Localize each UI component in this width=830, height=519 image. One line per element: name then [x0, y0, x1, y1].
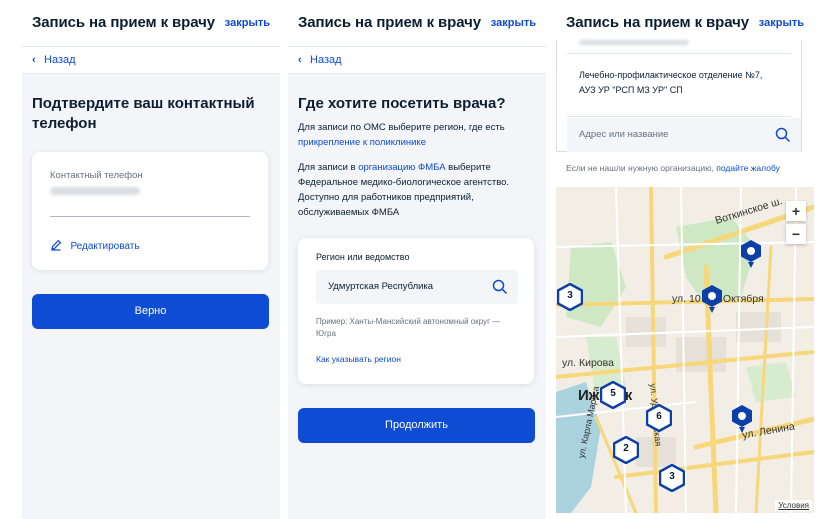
phone-underline: [50, 216, 250, 217]
phone-card: Контактный телефон Редактировать: [32, 152, 268, 270]
fmba-text-post: выберите: [445, 162, 491, 173]
close-link[interactable]: закрыть: [491, 17, 536, 29]
pencil-icon: [51, 239, 62, 251]
map-roads: [556, 187, 814, 513]
location-pin-icon: [741, 240, 761, 268]
org-list: Лечебно-профилактическое отделение №7, А…: [556, 40, 802, 152]
zoom-out-button[interactable]: −: [786, 224, 806, 244]
back-link[interactable]: Назад: [310, 54, 342, 66]
not-found-note: Если не нашли нужную организацию, подайт…: [566, 163, 780, 173]
section-heading: Где хотите посетить врача?: [298, 95, 506, 112]
close-link[interactable]: закрыть: [759, 17, 804, 29]
attachment-link[interactable]: прикрепление к поликлинике: [298, 135, 426, 150]
zoom-in-button[interactable]: +: [786, 201, 806, 221]
region-card: Регион или ведомство Удмуртская Республи…: [298, 238, 534, 384]
not-found-text: Если не нашли нужную организацию,: [566, 163, 717, 173]
cluster-count: 6: [656, 411, 662, 422]
org-item-cut: [579, 40, 689, 45]
fmba-text-line2: Федеральное медико-биологическое агентст…: [298, 177, 510, 188]
cluster-count: 3: [567, 290, 573, 301]
back-bar[interactable]: ‹ Назад: [22, 46, 280, 74]
complaint-link[interactable]: подайте жалобу: [716, 163, 780, 173]
location-pin-icon: [702, 285, 722, 313]
back-bar[interactable]: ‹ Назад: [288, 46, 546, 74]
how-to-region-link[interactable]: Как указывать регион: [316, 354, 401, 364]
panel-choose-region: Запись на прием к врачу закрыть ‹ Назад …: [288, 0, 546, 519]
page-title: Запись на прием к врачу: [298, 14, 481, 31]
fmba-text-line4: обслуживаемых ФМБА: [298, 207, 400, 218]
region-label: Регион или ведомство: [316, 252, 410, 262]
header: Запись на прием к врачу закрыть: [288, 0, 546, 46]
fmba-text-line3: Доступно для работников предприятий,: [298, 192, 474, 203]
panel-confirm-phone: Запись на прием к врачу закрыть ‹ Назад …: [22, 0, 280, 519]
page-title: Запись на прием к врачу: [566, 14, 749, 31]
close-link[interactable]: закрыть: [225, 17, 270, 29]
region-value: Удмуртская Республика: [328, 281, 434, 292]
header: Запись на прием к врачу закрыть: [22, 0, 280, 46]
fmba-text-pre: Для записи в: [298, 162, 359, 173]
phone-value-blurred: [50, 187, 140, 195]
back-link[interactable]: Назад: [44, 54, 76, 66]
location-pin-icon: [732, 405, 752, 433]
region-example-line1: Пример: Ханты-Мансийский автономный окру…: [316, 317, 501, 326]
region-example-line2: Югра: [316, 329, 336, 338]
org-name-line2: АУЗ УР "РСП МЗ УР" СП: [579, 85, 683, 95]
terms-link[interactable]: Условия: [775, 500, 812, 511]
edit-button[interactable]: Редактировать: [50, 236, 140, 254]
section-heading: Подтвердите ваш контактный телефон: [32, 95, 255, 132]
cluster-count: 5: [610, 388, 616, 399]
fmba-text-line1: Для записи в организацию ФМБА выберите: [298, 160, 543, 175]
map[interactable]: Воткинское ш. ул. 10 лет Октября ул. Кир…: [556, 187, 814, 513]
search-icon[interactable]: [492, 279, 508, 295]
chevron-left-icon: ‹: [32, 54, 36, 66]
search-icon[interactable]: [775, 127, 791, 143]
divider: [567, 116, 791, 117]
org-name-line1: Лечебно-профилактическое отделение №7,: [579, 70, 763, 80]
oms-text: Для записи по ОМС выберите регион, где е…: [298, 122, 505, 133]
phone-label: Контактный телефон: [50, 170, 143, 181]
confirm-button[interactable]: Верно: [32, 294, 269, 329]
page-title: Запись на прием к врачу: [32, 14, 215, 31]
street-label: ул. Кирова: [562, 357, 614, 369]
org-search-input[interactable]: Адрес или название: [567, 118, 801, 152]
edit-label: Редактировать: [70, 241, 140, 252]
org-search-placeholder: Адрес или название: [579, 129, 669, 140]
region-input[interactable]: Удмуртская Республика: [316, 270, 518, 304]
cluster-count: 3: [669, 471, 675, 482]
org-item[interactable]: Лечебно-профилактическое отделение №7, А…: [557, 54, 801, 116]
continue-button[interactable]: Продолжить: [298, 408, 535, 443]
panel-choose-organization: Запись на прием к врачу закрыть Лечебно-…: [556, 0, 814, 519]
cluster-count: 2: [623, 443, 629, 454]
fmba-link[interactable]: организацию ФМБА: [358, 162, 445, 173]
chevron-left-icon: ‹: [298, 54, 302, 66]
